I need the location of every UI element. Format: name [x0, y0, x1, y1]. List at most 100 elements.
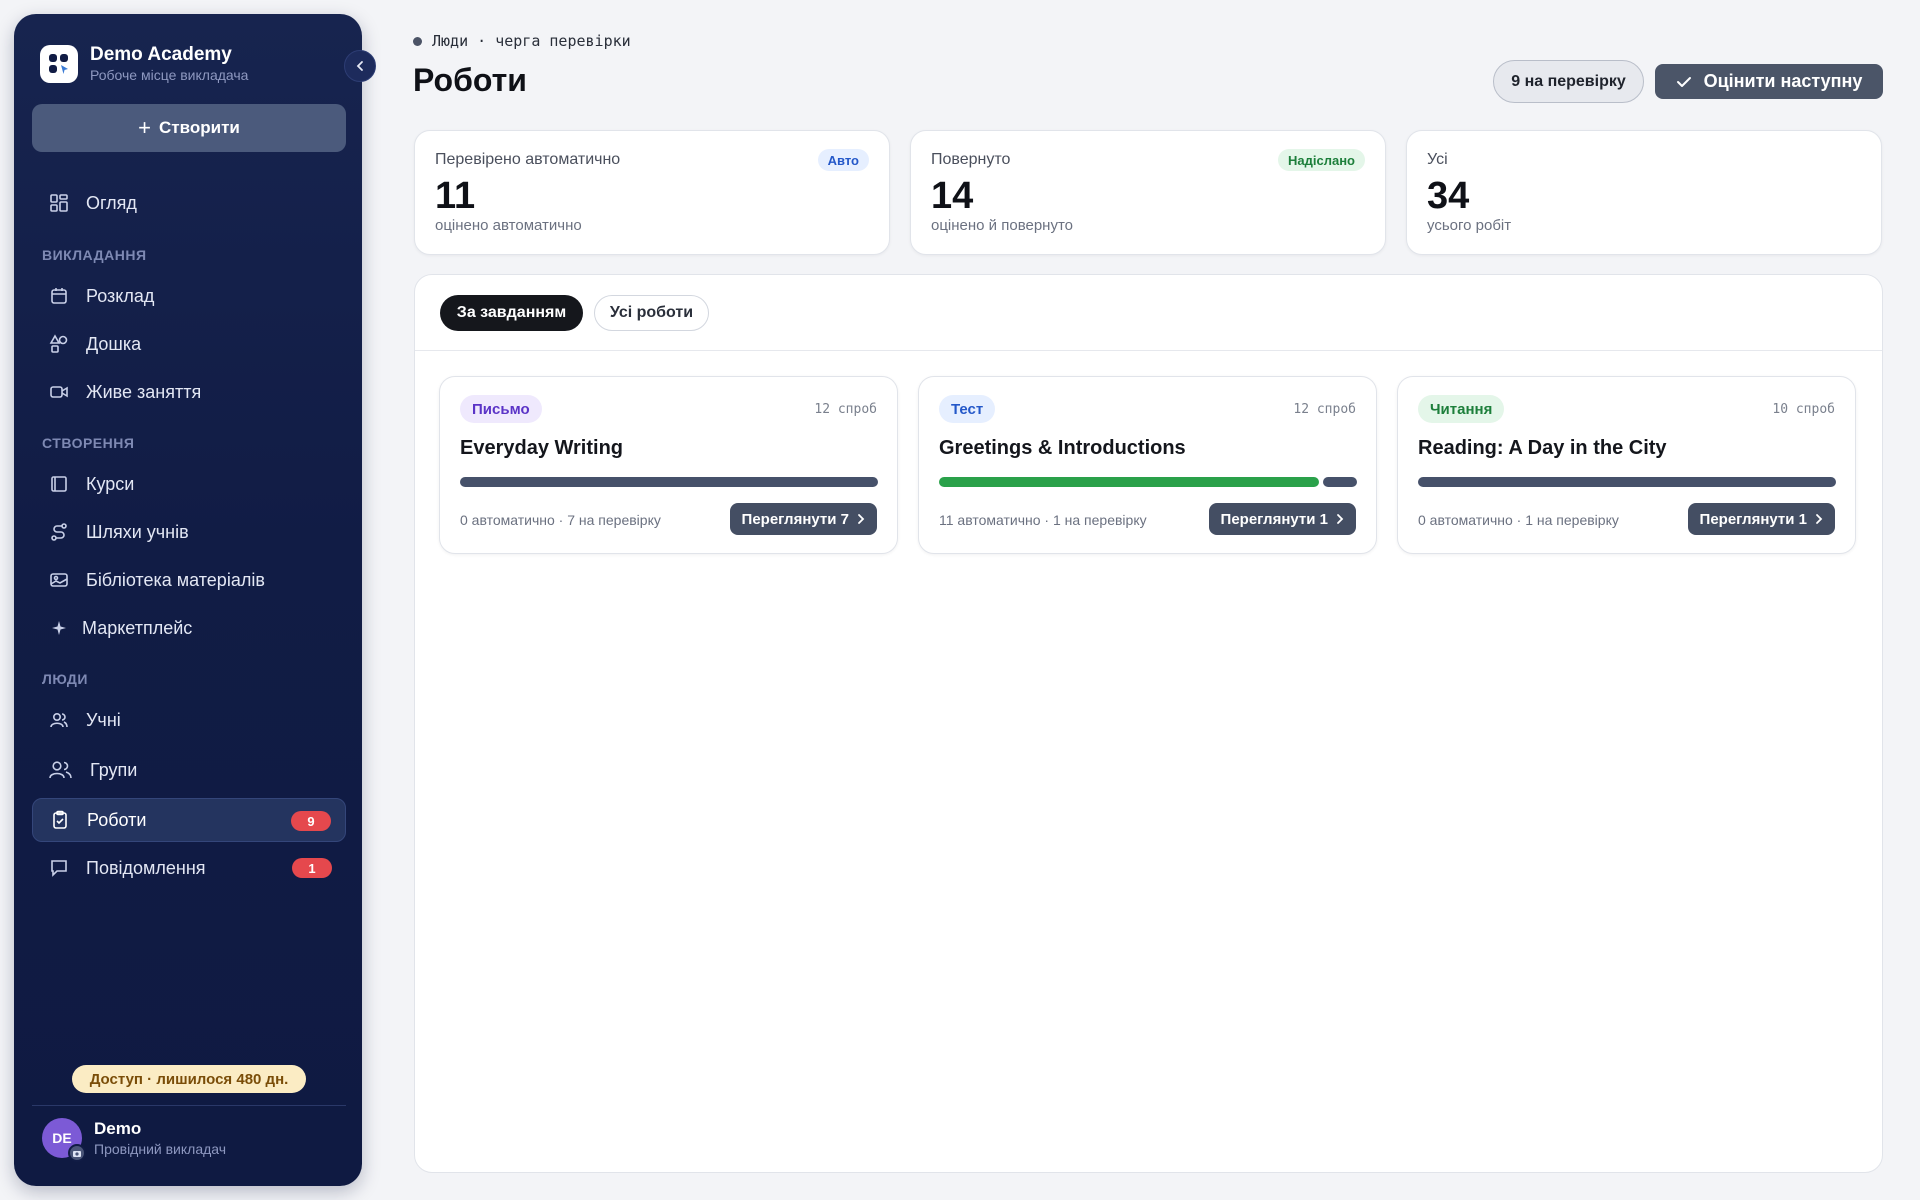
breadcrumb-text: Люди · черга перевірки	[432, 32, 631, 50]
sidebar-item-schedule[interactable]: Розклад	[32, 274, 346, 318]
view-button-label: Переглянути 7	[741, 510, 849, 528]
task-meta: 0 автоматично · 7 на перевірку	[460, 512, 661, 528]
stat-caption: усього робіт	[1427, 217, 1512, 234]
sidebar-item-label: Живе заняття	[86, 381, 202, 402]
messages-count-badge: 1	[292, 858, 332, 878]
progress-bar	[1418, 477, 1836, 487]
shapes-icon	[48, 333, 70, 355]
sidebar-item-courses[interactable]: Курси	[32, 462, 346, 506]
sidebar-item-overview[interactable]: Огляд	[32, 181, 346, 225]
stat-caption: оцінено автоматично	[435, 217, 582, 234]
progress-auto-segment	[939, 477, 1319, 487]
view-submissions-button[interactable]: Переглянути 1	[1687, 503, 1835, 535]
stat-tag: Надіслано	[1278, 149, 1365, 171]
sidebar-divider	[32, 1105, 346, 1106]
video-icon	[48, 381, 70, 403]
works-panel: За завданням Усі роботи Письмо 12 спроб …	[414, 274, 1883, 1173]
progress-review-segment	[1323, 477, 1357, 487]
task-card-test[interactable]: Тест 12 спроб Greetings & Introductions …	[918, 376, 1377, 554]
sidebar-item-paths[interactable]: Шляхи учнів	[32, 510, 346, 554]
progress-review-segment	[460, 477, 878, 487]
tab-all-works[interactable]: Усі роботи	[594, 295, 709, 331]
attempts-count: 10 спроб	[1772, 402, 1835, 417]
task-type-badge: Письмо	[460, 395, 542, 423]
sidebar-item-marketplace[interactable]: Маркетплейс	[32, 606, 346, 650]
sidebar-item-label: Маркетплейс	[82, 617, 193, 638]
chevron-right-icon	[858, 514, 865, 524]
sidebar-item-board[interactable]: Дошка	[32, 322, 346, 366]
stat-label: Усі	[1427, 151, 1448, 168]
section-creation: СТВОРЕННЯ	[42, 435, 135, 451]
sidebar-item-label: Розклад	[86, 285, 155, 306]
sidebar-item-live[interactable]: Живе заняття	[32, 370, 346, 414]
sidebar-item-label: Огляд	[86, 192, 137, 213]
chevron-right-icon	[1337, 514, 1344, 524]
attempts-count: 12 спроб	[1293, 402, 1356, 417]
sidebar-item-label: Шляхи учнів	[86, 521, 189, 542]
sidebar-item-label: Учні	[86, 709, 121, 730]
brand-subtitle: Робоче місце викладача	[90, 67, 249, 83]
stat-value: 34	[1427, 175, 1470, 217]
sidebar-item-groups[interactable]: Групи	[32, 748, 346, 792]
progress-review-segment	[1418, 477, 1836, 487]
sidebar-item-library[interactable]: Бібліотека матеріалів	[32, 558, 346, 602]
sidebar-item-label: Групи	[90, 759, 138, 780]
task-title: Greetings & Introductions	[939, 437, 1186, 459]
section-teaching: ВИКЛАДАННЯ	[42, 247, 147, 263]
task-type-badge: Читання	[1418, 395, 1505, 423]
section-people: ЛЮДИ	[42, 671, 88, 687]
grade-next-button[interactable]: Оцінити наступну	[1655, 64, 1883, 99]
calendar-icon	[48, 285, 70, 307]
attempts-count: 12 спроб	[814, 402, 877, 417]
sidebar: Demo Academy Робоче місце викладача + Ст…	[14, 14, 376, 1186]
progress-bar	[460, 477, 878, 487]
avatar: DE	[42, 1118, 86, 1162]
breadcrumb-dot-icon	[413, 36, 422, 46]
camera-icon	[68, 1144, 86, 1162]
chevron-left-icon	[356, 61, 363, 71]
users-icon	[48, 759, 74, 781]
view-button-label: Переглянути 1	[1220, 510, 1328, 528]
chevron-right-icon	[1816, 514, 1823, 524]
stat-value: 11	[435, 175, 476, 217]
brand-name: Demo Academy	[90, 44, 232, 65]
view-submissions-button[interactable]: Переглянути 7	[729, 503, 877, 535]
view-submissions-button[interactable]: Переглянути 1	[1208, 503, 1356, 535]
sidebar-item-messages[interactable]: Повідомлення 1	[32, 846, 346, 890]
create-button[interactable]: + Створити	[32, 104, 346, 152]
route-icon	[48, 521, 70, 543]
view-button-label: Переглянути 1	[1699, 510, 1807, 528]
stat-value: 14	[931, 175, 974, 217]
tab-by-task[interactable]: За завданням	[440, 295, 583, 331]
plus-icon: +	[138, 115, 152, 140]
avatar-initials: DE	[52, 1130, 72, 1146]
user-icon	[48, 709, 70, 731]
task-meta: 11 автоматично · 1 на перевірку	[939, 512, 1147, 528]
brand[interactable]: Demo Academy Робоче місце викладача	[40, 44, 248, 84]
pending-review-button[interactable]: 9 на перевірку	[1493, 60, 1644, 103]
collapse-sidebar-button[interactable]	[344, 50, 376, 82]
user-name: Demo	[94, 1119, 142, 1138]
message-icon	[48, 857, 70, 879]
clipboard-check-icon	[49, 809, 71, 831]
stat-label: Перевірено автоматично	[435, 151, 621, 168]
task-card-reading[interactable]: Читання 10 спроб Reading: A Day in the C…	[1397, 376, 1856, 554]
sidebar-item-label: Бібліотека матеріалів	[86, 569, 265, 590]
task-title: Reading: A Day in the City	[1418, 437, 1667, 459]
sidebar-item-students[interactable]: Учні	[32, 698, 346, 742]
user-profile[interactable]: DE Demo Провідний викладач	[42, 1118, 226, 1162]
sidebar-item-label: Курси	[86, 473, 135, 494]
task-type-badge: Тест	[939, 395, 996, 423]
works-count-badge: 9	[291, 811, 331, 831]
sparkle-icon	[48, 617, 70, 639]
check-icon	[1676, 76, 1691, 87]
image-library-icon	[48, 569, 70, 591]
sidebar-item-works[interactable]: Роботи 9	[32, 798, 346, 842]
task-title: Everyday Writing	[460, 437, 624, 459]
page-title: Роботи	[413, 62, 527, 98]
view-tabs: За завданням Усі роботи	[415, 275, 1882, 351]
stat-caption: оцінено й повернуто	[931, 217, 1074, 234]
stat-card-all: Усі 34 усього робіт	[1406, 130, 1882, 255]
task-card-writing[interactable]: Письмо 12 спроб Everyday Writing 0 автом…	[439, 376, 898, 554]
stat-label: Повернуто	[931, 151, 1011, 168]
